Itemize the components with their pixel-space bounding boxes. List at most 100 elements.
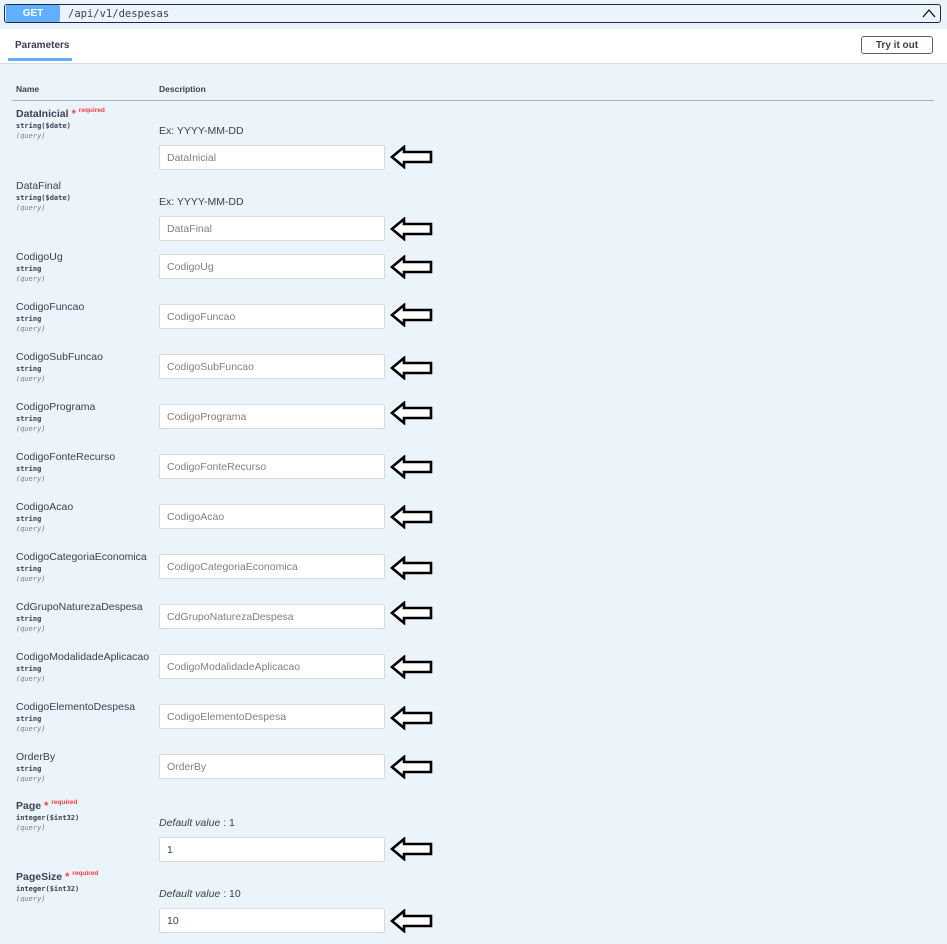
parameter-location: (query) [16, 725, 46, 733]
parameter-input-orderby[interactable] [159, 754, 385, 779]
parameter-name: CodigoUg [16, 251, 166, 263]
tab-bar: Parameters [0, 29, 947, 64]
parameter-input-codigoug[interactable] [159, 254, 385, 279]
column-header-description: Description [159, 84, 206, 94]
parameter-name-text: PageSize [16, 871, 63, 883]
parameter-location: (query) [16, 425, 46, 433]
parameter-name-column: CodigoSubFuncao string (query) [16, 351, 166, 383]
parameter-location: (query) [16, 775, 46, 783]
parameter-input-codigosubfuncao[interactable] [159, 354, 385, 379]
parameter-type: integer($int32) [16, 885, 80, 893]
default-value: : 10 [223, 888, 241, 900]
required-label: required [78, 107, 105, 114]
parameter-input-codigofuncao[interactable] [159, 304, 385, 329]
parameter-name-text: CodigoModalidadeAplicacao [16, 651, 150, 663]
parameter-type: string [16, 565, 42, 573]
parameter-name: CdGrupoNaturezaDespesa [16, 601, 166, 613]
parameter-name-text: CodigoSubFuncao [16, 351, 103, 363]
left-arrow-icon [389, 144, 434, 170]
parameter-description: Ex: YYYY-MM-DD [159, 125, 244, 137]
parameter-name-column: CodigoModalidadeAplicacao string (query) [16, 651, 166, 683]
parameter-name: DataFinal [16, 180, 166, 192]
parameter-name-column: OrderBy string (query) [16, 751, 166, 783]
parameter-input-codigofonterecurso[interactable] [159, 454, 385, 479]
parameter-type: string [16, 515, 42, 523]
parameter-type: string [16, 615, 42, 623]
parameter-input-codigoacao[interactable] [159, 504, 385, 529]
parameter-type: string [16, 265, 42, 273]
chevron-up-icon[interactable] [922, 7, 936, 21]
parameter-name-column: CodigoPrograma string (query) [16, 401, 166, 433]
parameter-name: DataInicial * required [16, 107, 166, 120]
parameter-name-column: CodigoCategoriaEconomica string (query) [16, 551, 166, 583]
operation-summary[interactable]: GET /api/v1/despesas [4, 4, 941, 23]
parameter-input-codigomodalidadeaplicacao[interactable] [159, 654, 385, 679]
parameter-input-codigoelementodespesa[interactable] [159, 704, 385, 729]
left-arrow-icon [389, 216, 434, 242]
parameter-location: (query) [16, 275, 46, 283]
parameter-location: (query) [16, 824, 46, 832]
parameter-location: (query) [16, 895, 46, 903]
parameter-name-text: CodigoCategoriaEconomica [16, 551, 147, 563]
parameter-name-column: CodigoFuncao string (query) [16, 301, 166, 333]
parameter-location: (query) [16, 204, 46, 212]
left-arrow-icon [389, 254, 434, 280]
try-it-out-button[interactable]: Try it out [861, 36, 933, 54]
parameter-name-text: CodigoElementoDespesa [16, 701, 136, 713]
parameter-type: string [16, 315, 42, 323]
required-label: required [51, 799, 78, 806]
parameter-location: (query) [16, 575, 46, 583]
parameter-location: (query) [16, 132, 46, 140]
parameter-input-pagesize[interactable] [159, 908, 385, 933]
parameter-name-text: OrderBy [16, 751, 56, 763]
parameter-name-text: CodigoFonteRecurso [16, 451, 116, 463]
parameter-name-column: DataFinal string($date) (query) [16, 180, 166, 212]
left-arrow-icon [389, 302, 434, 328]
parameter-input-datafinal[interactable] [159, 216, 385, 241]
parameter-name: CodigoModalidadeAplicacao [16, 651, 166, 663]
parameter-name: CodigoFonteRecurso [16, 451, 166, 463]
parameter-name: CodigoAcao [16, 501, 166, 513]
parameter-name-column: CodigoFonteRecurso string (query) [16, 451, 166, 483]
endpoint-path: /api/v1/despesas [68, 7, 170, 20]
default-value-label: Default value [159, 888, 221, 900]
parameter-name-text: CodigoUg [16, 251, 63, 263]
parameter-input-codigocategoriaeconomica[interactable] [159, 554, 385, 579]
left-arrow-icon [389, 754, 434, 780]
parameter-location: (query) [16, 625, 46, 633]
parameter-input-datainicial[interactable] [159, 145, 385, 170]
parameter-type: string($date) [16, 122, 71, 130]
parameter-name-column: PageSize * required integer($int32) (query… [16, 870, 166, 903]
column-header-name: Name [16, 84, 40, 94]
parameter-name: PageSize * required [16, 870, 166, 883]
left-arrow-icon [389, 555, 434, 581]
required-star: * [41, 800, 49, 812]
parameter-name: Page * required [16, 799, 166, 812]
parameter-name-text: CodigoPrograma [16, 401, 96, 413]
parameter-name-column: CodigoAcao string (query) [16, 501, 166, 533]
left-arrow-icon [389, 600, 434, 626]
tab-parameters[interactable]: Parameters [15, 40, 69, 51]
method-badge: GET [6, 5, 60, 22]
parameter-location: (query) [16, 475, 46, 483]
parameter-location: (query) [16, 375, 46, 383]
parameter-name: OrderBy [16, 751, 166, 763]
parameter-name-column: CodigoElementoDespesa string (query) [16, 701, 166, 733]
parameter-name-text: DataFinal [16, 180, 61, 192]
parameter-name: CodigoPrograma [16, 401, 166, 413]
parameter-type: integer($int32) [16, 814, 80, 822]
parameter-type: string [16, 715, 42, 723]
parameter-description: Default value : 1 [159, 817, 235, 829]
parameter-input-codigoprograma[interactable] [159, 404, 385, 429]
tab-active-indicator [8, 58, 72, 61]
parameter-name-text: CdGrupoNaturezaDespesa [16, 601, 143, 613]
parameter-location: (query) [16, 325, 46, 333]
parameter-name-column: Page * required integer($int32) (query) [16, 799, 166, 832]
parameter-type: string [16, 465, 42, 473]
parameter-name-text: DataInicial [16, 108, 69, 120]
parameter-input-page[interactable] [159, 837, 385, 862]
parameter-type: string [16, 415, 42, 423]
left-arrow-icon [389, 400, 434, 426]
default-value-label: Default value [159, 817, 221, 829]
parameter-input-cdgruponaturezadespesa[interactable] [159, 604, 385, 629]
